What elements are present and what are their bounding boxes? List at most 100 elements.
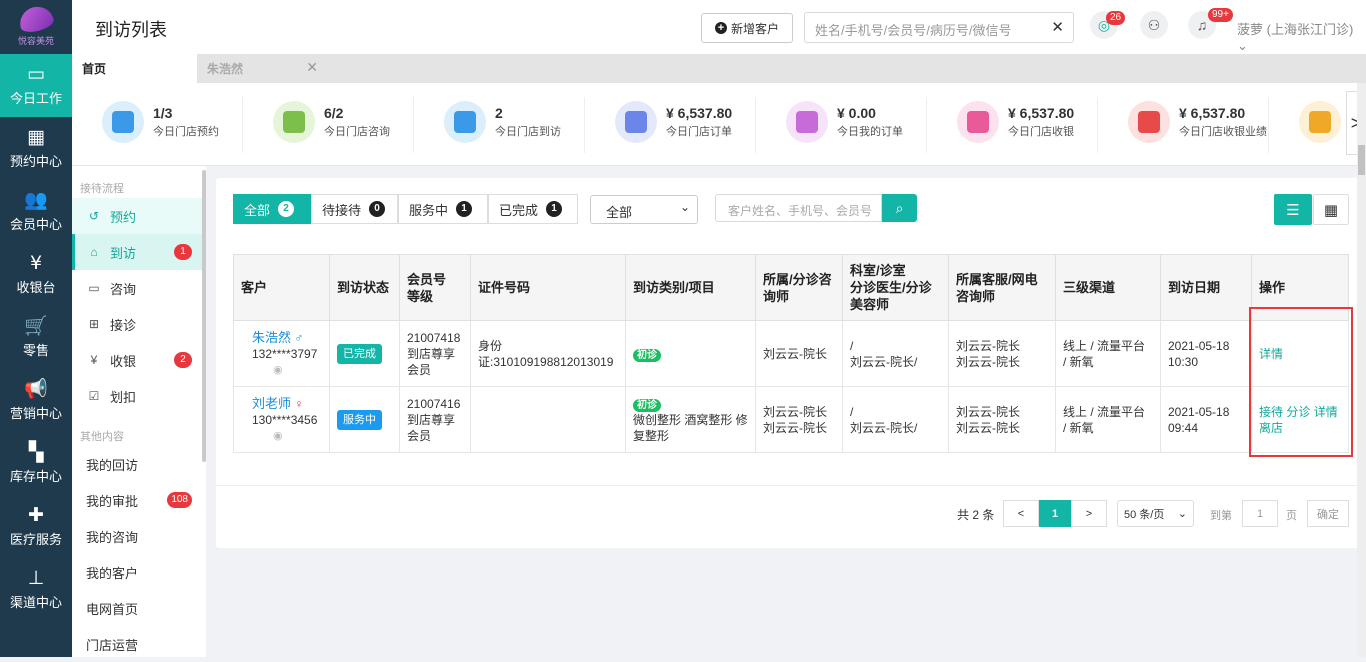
nav-item-laptop[interactable]: ▭ 今日工作 [0, 54, 72, 117]
clear-icon[interactable]: ✕ [1051, 18, 1064, 36]
nav-item-users[interactable]: 👥 会员中心 [0, 180, 72, 243]
stat-card[interactable]: ¥ 6,537.80 今日门店收银业绩 [1098, 83, 1269, 165]
table-header-cell: 三级渠道 [1055, 254, 1161, 321]
eye-icon[interactable]: ◉ [252, 362, 322, 378]
eye-icon[interactable]: ◉ [252, 428, 322, 444]
sidebar-item-other-0[interactable]: 我的回访 [72, 446, 204, 482]
sidebar-item-label: 我的回访 [86, 457, 139, 473]
visit-list-card: 全部 2 待接待 0 服务中 1 已完成 1 全部 ⌄ 客户姓名、手机号、会员号 ⌕ ☰ ▦ 客… [216, 178, 1365, 548]
close-icon[interactable]: ✕ [306, 59, 318, 76]
logo-mark [16, 3, 56, 35]
stat-card[interactable]: 1/3 今日门店预约 [72, 83, 243, 165]
table-header-cell: 到访日期 [1160, 254, 1252, 321]
medkit-icon: ✚ [28, 504, 44, 526]
nav-item-grid[interactable]: ▚ 库存中心 [0, 432, 72, 495]
page-size-select[interactable]: 50 条/页 ⌄ [1117, 500, 1194, 527]
sidebar-item-label: 门店运营 [86, 637, 139, 653]
sidebar-item-icon: ⊞ [88, 317, 100, 331]
sidebar-item-other-1[interactable]: 我的审批 108 [72, 482, 204, 518]
tab-home-label: 首页 [82, 62, 107, 76]
page-1-button[interactable]: 1 [1039, 500, 1071, 527]
search-button[interactable]: ⌕ [882, 194, 917, 222]
stat-icon [1299, 101, 1341, 143]
group-label-reception: 接待流程 [80, 183, 124, 195]
sidebar-scrollbar[interactable] [202, 170, 206, 462]
global-search-placeholder: 姓名/手机号/会员号/病历号/微信号 [815, 23, 1012, 38]
confirm-button[interactable]: 确定 [1307, 500, 1349, 527]
sidebar-item-label: 我的审批 [86, 493, 139, 509]
filter-segment-0[interactable]: 全部 2 [233, 194, 311, 224]
sidebar-item-3[interactable]: ⊞ 接诊 [72, 306, 204, 342]
nav-item-medkit[interactable]: ✚ 医疗服务 [0, 495, 72, 558]
consultant-cell: 刘云云-院长 刘云云-院长 [755, 386, 843, 453]
filter-segment-1[interactable]: 待接待 0 [311, 194, 398, 224]
grid-view-button[interactable]: ▦ [1313, 194, 1349, 225]
sidebar-item-5[interactable]: ☑ 划扣 [72, 378, 204, 414]
stat-icon [957, 101, 999, 143]
stat-value: ¥ 0.00 [837, 105, 876, 121]
department-cell: / 刘云云-院长/ [842, 320, 949, 387]
sidebar-item-0[interactable]: ↺ 预约 [72, 198, 204, 234]
stat-card[interactable]: 2 今日门店到访 [414, 83, 585, 165]
goto-page-input[interactable]: 1 [1242, 500, 1278, 527]
page-scrollbar[interactable] [1357, 83, 1366, 657]
nav-item-cart[interactable]: 🛒 零售 [0, 306, 72, 369]
sidebar-item-1[interactable]: ⌂ 到访 1 [72, 234, 204, 270]
prev-page-button[interactable]: < [1003, 500, 1039, 527]
next-page-button[interactable]: > [1071, 500, 1107, 527]
table-header-row: 客户 到访状态 会员号 等级 证件号码 到访类别/项目 所属/分诊咨 询师 科室/诊室 分诊… [233, 254, 1349, 321]
stat-card[interactable]: 6/2 今日门店咨询 [243, 83, 414, 165]
customer-cell: 刘老师 ♀ 130****3456 ◉ [233, 386, 330, 453]
table-header-cell: 所属/分诊咨 询师 [755, 254, 843, 321]
nav-item-label: 医疗服务 [9, 532, 62, 547]
user-menu[interactable]: 菠萝 (上海张江门诊) ⌄ [1237, 19, 1366, 54]
total-count: 共 2 条 [957, 508, 995, 522]
sidebar-item-label: 收银 [110, 353, 137, 369]
sidebar-item-2[interactable]: ▭ 咨询 [72, 270, 204, 306]
nav-item-yen[interactable]: ¥ 收银台 [0, 243, 72, 306]
tab-home[interactable]: 首页 [72, 54, 197, 83]
sidebar-item-label: 接诊 [110, 317, 137, 333]
page-scrollbar-thumb[interactable] [1358, 145, 1365, 175]
list-view-button[interactable]: ☰ [1274, 194, 1312, 225]
stat-card[interactable]: ¥ 6,537.80 今日门店收银 [927, 83, 1098, 165]
nav-item-label: 营销中心 [9, 406, 62, 421]
nav-item-megaphone[interactable]: 📢 营销中心 [0, 369, 72, 432]
sidebar-item-other-2[interactable]: 我的咨询 [72, 518, 204, 554]
sidebar-item-other-3[interactable]: 我的客户 [72, 554, 204, 590]
megaphone-icon: 📢 [24, 378, 48, 400]
status-badge: 服务中 [337, 409, 382, 430]
filter-select[interactable]: 全部 ⌄ [590, 195, 698, 224]
nav-item-calendar[interactable]: ▦ 预约中心 [0, 117, 72, 180]
member-cell: 21007418 到店尊享 会员 [399, 320, 471, 387]
global-search-input[interactable]: 姓名/手机号/会员号/病历号/微信号 ✕ [804, 12, 1074, 43]
add-customer-button[interactable]: + 新增客户 [701, 13, 793, 43]
sidebar-item-label: 划扣 [110, 389, 137, 405]
tab-customer[interactable]: 朱浩然 ✕ [197, 54, 322, 83]
top-bar: 到访列表 + 新增客户 姓名/手机号/会员号/病历号/微信号 ✕ ◎ 26 ⚇ ♫… [72, 0, 1366, 54]
stat-icon-glyph [454, 111, 476, 133]
sidebar-item-4[interactable]: ¥ 收银 2 [72, 342, 204, 378]
sub-sidebar: 接待流程 ↺ 预约 ⌂ 到访 1 ▭ 咨询 ⊞ 接诊 ¥ 收银 2 ☑ 划扣 其他内容 我的回访 我的审批 1… [72, 166, 206, 657]
department-cell: / 刘云云-院长/ [842, 386, 949, 453]
team-icon[interactable]: ⚇ [1140, 11, 1168, 39]
sidebar-item-other-4[interactable]: 电网首页 [72, 590, 204, 626]
customer-search-input[interactable]: 客户姓名、手机号、会员号 [715, 194, 882, 222]
status-cell: 服务中 [329, 386, 400, 453]
table-header-cell: 科室/诊室 分诊医生/分诊 美容师 [842, 254, 949, 321]
customer-name-link[interactable]: 朱浩然 [252, 330, 291, 345]
nav-item-org[interactable]: ⊥ 渠道中心 [0, 558, 72, 621]
customer-name-link[interactable]: 刘老师 [252, 396, 291, 411]
org-icon: ⊥ [27, 567, 45, 589]
filter-segment-3[interactable]: 已完成 1 [488, 194, 578, 224]
stat-icon-glyph [283, 111, 305, 133]
stat-card[interactable]: ¥ 0.00 今日我的订单 [756, 83, 927, 165]
visit-type-tag: 初诊 [633, 398, 661, 412]
stat-card[interactable]: ¥ 6,537.80 今日门店订单 [585, 83, 756, 165]
stat-icon-glyph [796, 111, 818, 133]
filter-segment-2[interactable]: 服务中 1 [398, 194, 488, 224]
yen-icon: ¥ [29, 252, 43, 274]
brand-logo[interactable]: 悦容美苑 [0, 0, 72, 54]
wechat-badge: 26 [1106, 11, 1126, 25]
filter-segment-label: 已完成 [499, 202, 539, 218]
